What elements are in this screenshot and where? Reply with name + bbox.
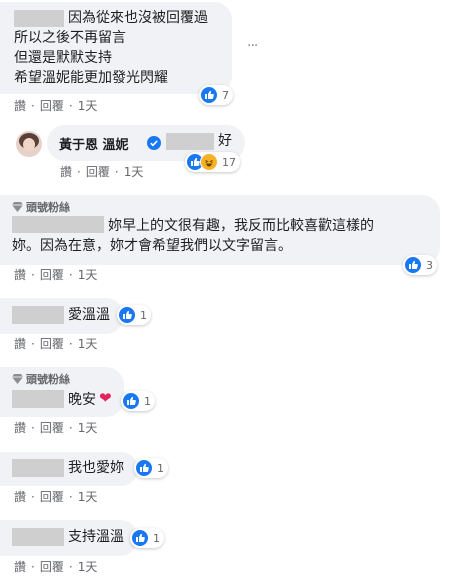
reaction-count: 3 <box>426 258 433 272</box>
comment-text-line: 但還是默默支持 <box>14 50 112 66</box>
top-fan-badge: 頭號粉絲 <box>12 371 70 387</box>
badge-label: 頭號粉絲 <box>26 373 70 386</box>
reply-link[interactable]: 回覆 <box>86 163 110 180</box>
like-reaction-icon <box>404 256 422 274</box>
avatar-face <box>23 138 35 151</box>
like-reaction-icon <box>135 459 153 477</box>
reply-text: 好 <box>218 133 232 149</box>
comment-actions: 讚 · 回覆 · 1天 <box>14 335 98 352</box>
comment-text: 愛溫溫 <box>68 307 110 323</box>
comment-text-line: 妳。因為在意，妳才會希望我們以文字留言。 <box>12 238 292 254</box>
timestamp[interactable]: 1天 <box>78 97 98 114</box>
reaction-summary[interactable]: 1 <box>130 528 164 548</box>
comment-text: 支持溫溫 <box>68 529 124 545</box>
author-avatar[interactable] <box>16 131 42 157</box>
badge-label: 頭號粉絲 <box>26 201 70 214</box>
like-link[interactable]: 讚 <box>14 488 26 505</box>
comment-actions: 讚 · 回覆 · 1天 <box>14 266 98 283</box>
comment-actions: 讚 · 回覆 · 1天 <box>60 163 144 180</box>
diamond-icon <box>12 374 23 384</box>
reply-link[interactable]: 回覆 <box>40 335 64 352</box>
like-reaction-icon <box>122 392 140 410</box>
redacted-name <box>12 306 64 324</box>
like-link[interactable]: 讚 <box>14 558 26 575</box>
timestamp[interactable]: 1天 <box>78 419 98 436</box>
timestamp[interactable]: 1天 <box>78 335 98 352</box>
like-link[interactable]: 讚 <box>14 97 26 114</box>
like-link[interactable]: 讚 <box>14 419 26 436</box>
author-name[interactable]: 黃于恩 溫妮 <box>59 134 129 153</box>
reaction-summary[interactable]: 1 <box>134 458 168 478</box>
like-link[interactable]: 讚 <box>60 163 72 180</box>
diamond-icon <box>12 202 23 212</box>
reply-link[interactable]: 回覆 <box>40 488 64 505</box>
like-reaction-icon <box>118 306 136 324</box>
like-link[interactable]: 讚 <box>14 335 26 352</box>
comment-actions: 讚 · 回覆 · 1天 <box>14 97 98 114</box>
timestamp[interactable]: 1天 <box>78 558 98 575</box>
reaction-count: 7 <box>222 88 229 102</box>
reaction-count: 1 <box>140 308 147 322</box>
redacted-name <box>12 390 64 408</box>
redacted-name <box>12 459 64 477</box>
reaction-summary[interactable]: 7 <box>199 85 233 105</box>
haha-reaction-icon <box>200 153 218 171</box>
reply-link[interactable]: 回覆 <box>40 266 64 283</box>
reaction-count: 17 <box>222 155 236 169</box>
like-reaction-icon <box>200 86 218 104</box>
reaction-summary[interactable]: 1 <box>121 391 155 411</box>
reaction-count: 1 <box>144 394 151 408</box>
timestamp[interactable]: 1天 <box>124 163 144 180</box>
reaction-summary[interactable]: 3 <box>403 255 437 275</box>
like-reaction-icon <box>131 529 149 547</box>
reaction-count: 1 <box>153 531 160 545</box>
comment-text-line: 因為從來也沒被回覆過 <box>68 10 208 26</box>
reaction-summary[interactable]: 17 <box>185 152 240 172</box>
redacted-name <box>166 133 214 150</box>
verified-badge-icon <box>147 135 161 154</box>
reply-link[interactable]: 回覆 <box>40 97 64 114</box>
comment-actions: 讚 · 回覆 · 1天 <box>14 488 98 505</box>
reaction-summary[interactable]: 1 <box>117 305 151 325</box>
redacted-name <box>12 528 64 546</box>
more-options-icon[interactable]: ··· <box>247 38 258 54</box>
reply-link[interactable]: 回覆 <box>40 558 64 575</box>
comment-text-line: 妳早上的文很有趣，我反而比較喜歡這樣的 <box>108 218 374 234</box>
timestamp[interactable]: 1天 <box>78 266 98 283</box>
timestamp[interactable]: 1天 <box>78 488 98 505</box>
comment-actions: 讚 · 回覆 · 1天 <box>14 419 98 436</box>
like-link[interactable]: 讚 <box>14 266 26 283</box>
top-fan-badge: 頭號粉絲 <box>12 199 70 215</box>
redacted-name <box>14 10 64 27</box>
red-heart-icon: ❤ <box>99 389 112 407</box>
comment-text-line: 所以之後不再留言 <box>14 30 126 46</box>
reaction-count: 1 <box>157 461 164 475</box>
comment-text: 晚安 <box>68 392 96 408</box>
comment-actions: 讚 · 回覆 · 1天 <box>14 558 98 575</box>
comment-text-line: 希望溫妮能更加發光閃耀 <box>14 70 168 86</box>
reply-link[interactable]: 回覆 <box>40 419 64 436</box>
comment-text: 我也愛妳 <box>68 460 124 476</box>
redacted-name <box>12 216 104 233</box>
